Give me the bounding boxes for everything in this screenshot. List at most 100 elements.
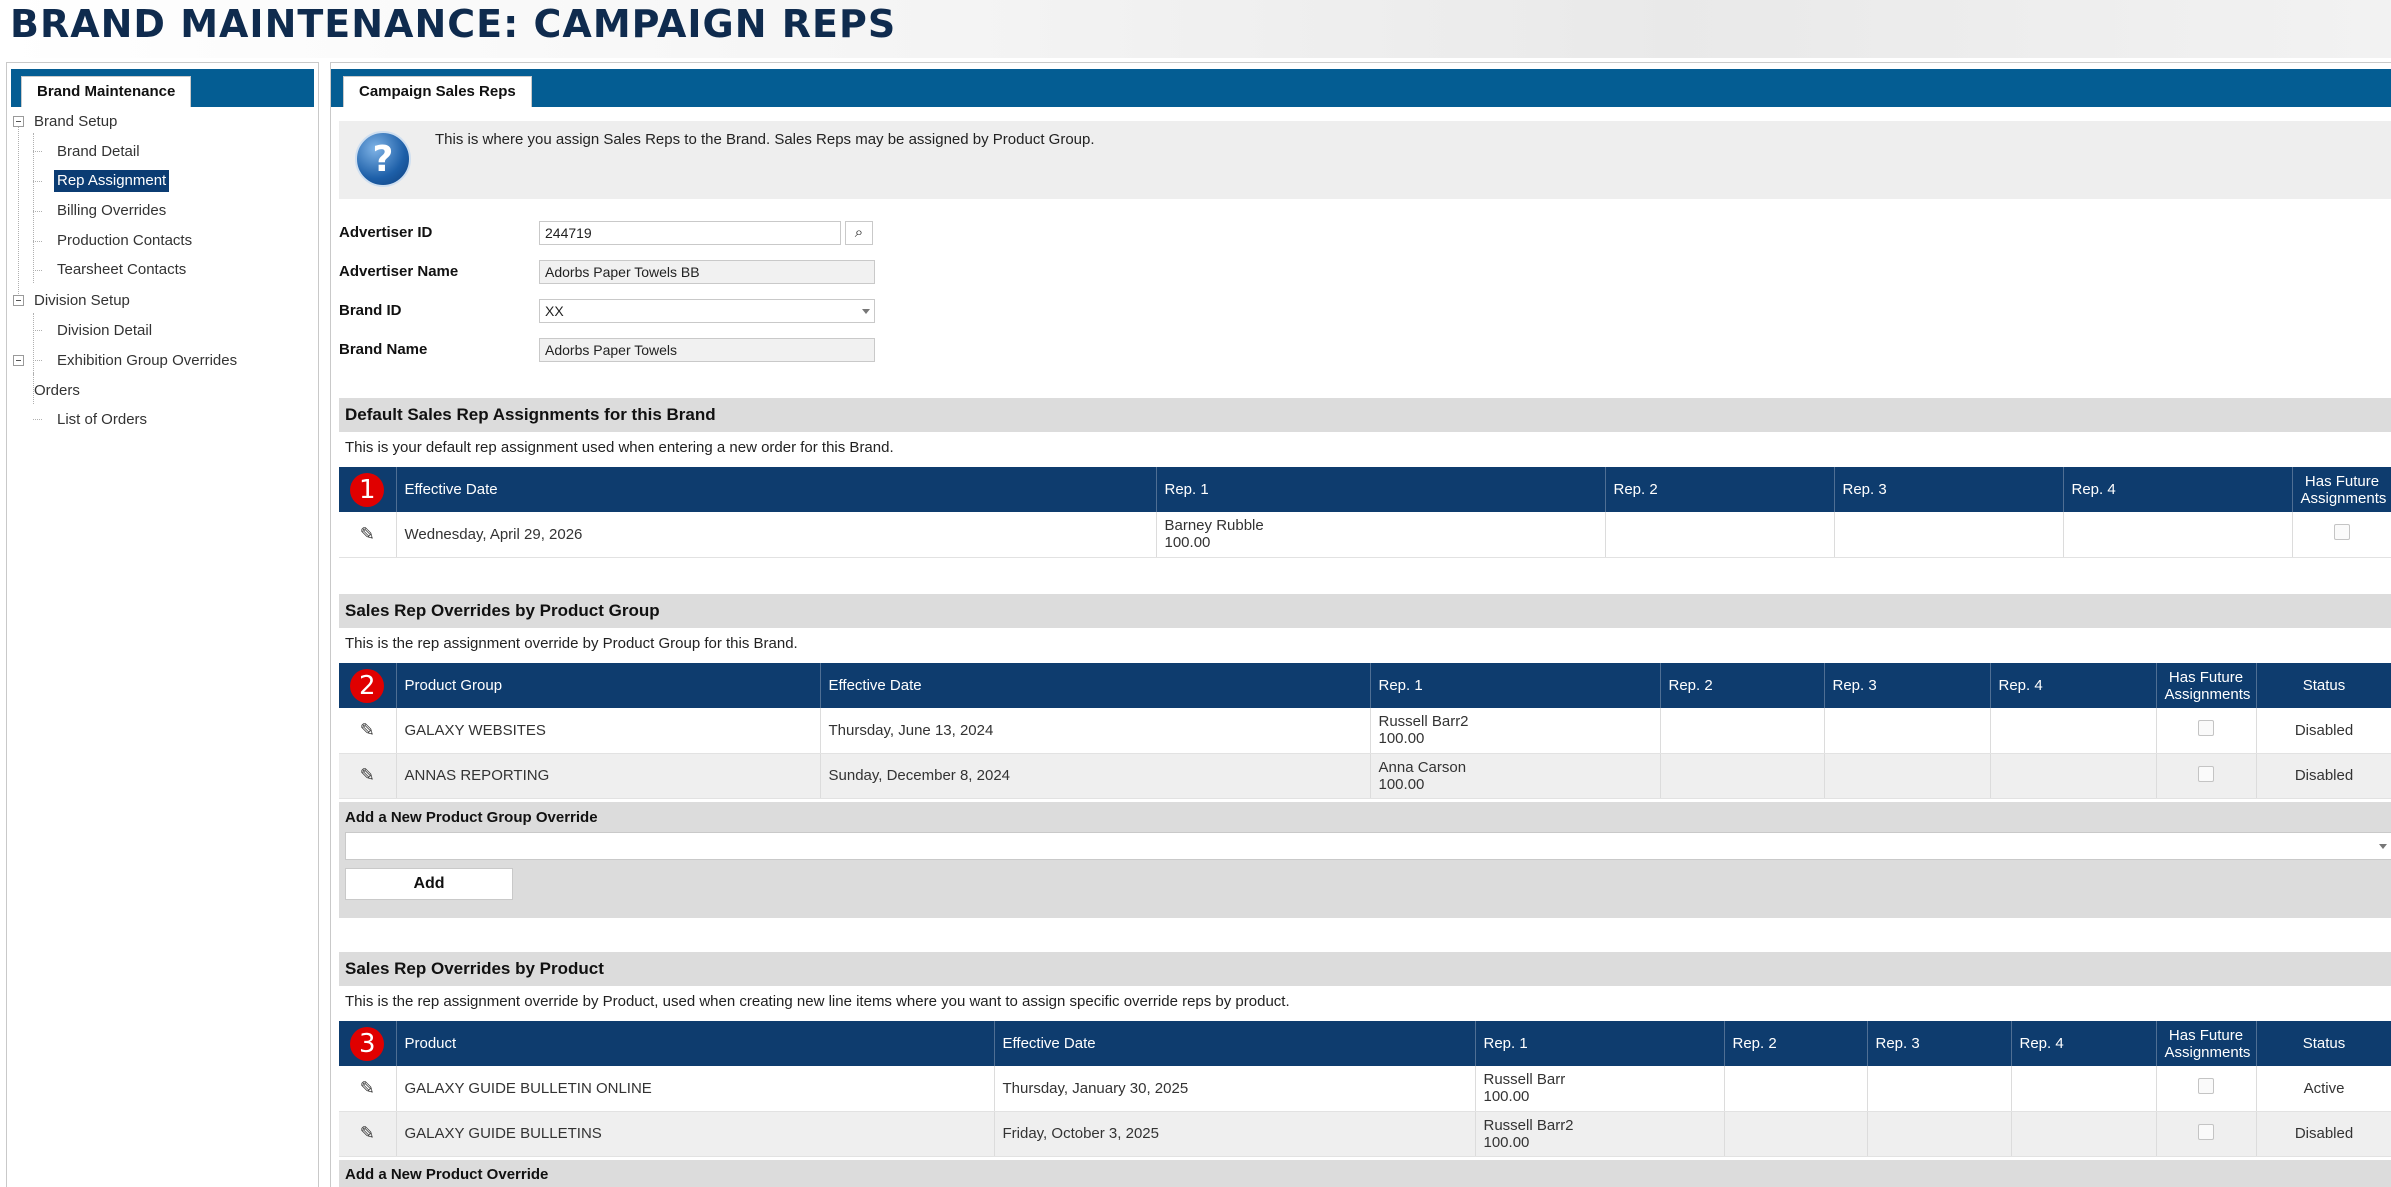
nav-production-contacts[interactable]: Production Contacts xyxy=(57,230,192,252)
rep2-cell xyxy=(1724,1066,1868,1112)
effective-date-cell: Wednesday, April 29, 2026 xyxy=(396,512,1157,558)
rep-percent: 100.00 xyxy=(1483,1133,1530,1151)
column-header[interactable]: Has Future Assignments xyxy=(2156,663,2257,708)
column-header[interactable]: Rep. 1 xyxy=(1475,1021,1725,1066)
tab-campaign-sales-reps[interactable]: Campaign Sales Reps xyxy=(343,76,532,107)
table-row[interactable]: ✎ GALAXY GUIDE BULLETIN ONLINE Thursday,… xyxy=(339,1066,2391,1112)
row-badge: 2 xyxy=(339,663,397,708)
default-section-description: This is your default rep assignment used… xyxy=(345,439,894,456)
edit-pencil-icon[interactable]: ✎ xyxy=(360,524,375,544)
has-future-checkbox[interactable] xyxy=(2334,524,2350,541)
edit-pencil-icon[interactable]: ✎ xyxy=(360,765,375,785)
column-header[interactable]: Status xyxy=(2256,1021,2391,1066)
advertiser-lookup-button[interactable]: ⌕ xyxy=(845,221,873,245)
collapse-icon[interactable] xyxy=(13,116,24,127)
add-product-label: Add a New Product Override xyxy=(345,1166,549,1183)
nav-billing-overrides[interactable]: Billing Overrides xyxy=(57,200,166,222)
edit-pencil-icon[interactable]: ✎ xyxy=(360,1078,375,1098)
table-row[interactable]: ✎ ANNAS REPORTING Sunday, December 8, 20… xyxy=(339,753,2391,799)
nav-orders-label[interactable]: Orders xyxy=(34,380,80,402)
nav-brand-setup[interactable]: Brand Setup xyxy=(34,111,117,133)
effective-date-cell: Friday, October 3, 2025 xyxy=(994,1111,1476,1157)
chevron-down-icon[interactable] xyxy=(2379,844,2387,849)
column-header[interactable]: Rep. 4 xyxy=(2063,467,2293,512)
column-header[interactable]: Effective Date xyxy=(820,663,1371,708)
nav-brand-detail[interactable]: Brand Detail xyxy=(57,141,140,163)
advertiser-id-field[interactable]: 244719 xyxy=(539,221,841,245)
tab-brand-maintenance[interactable]: Brand Maintenance xyxy=(21,76,192,107)
column-header[interactable]: Effective Date xyxy=(994,1021,1476,1066)
brand-id-select[interactable]: XX xyxy=(539,299,875,323)
rep1-cell: Russell Barr 100.00 xyxy=(1475,1066,1725,1112)
rep1-cell: Barney Rubble 100.00 xyxy=(1156,512,1606,558)
product-group-select[interactable] xyxy=(345,832,2391,860)
row-badge: 1 xyxy=(339,467,397,512)
rep4-cell xyxy=(1990,753,2157,799)
rep-name: Russell Barr2 xyxy=(1483,1116,1574,1134)
add-button[interactable]: Add xyxy=(345,868,513,900)
table-header-row: 1 Effective Date Rep. 1 Rep. 2 Rep. 3 Re… xyxy=(339,467,2391,512)
left-panel-header: Brand Maintenance xyxy=(7,63,318,107)
column-header[interactable]: Rep. 3 xyxy=(1834,467,2064,512)
chevron-down-icon[interactable] xyxy=(862,309,870,314)
collapse-icon[interactable] xyxy=(13,355,24,366)
product-group-section-title: Sales Rep Overrides by Product Group xyxy=(339,594,2391,628)
table-row[interactable]: ✎ GALAXY WEBSITES Thursday, June 13, 202… xyxy=(339,708,2391,754)
left-panel: Brand Maintenance Brand Setup Brand Deta… xyxy=(6,62,319,1187)
table-row[interactable]: ✎ GALAXY GUIDE BULLETINS Friday, October… xyxy=(339,1111,2391,1157)
default-reps-table: 1 Effective Date Rep. 1 Rep. 2 Rep. 3 Re… xyxy=(339,467,2391,558)
nav-list-of-orders[interactable]: List of Orders xyxy=(57,409,147,431)
rep-percent: 100.00 xyxy=(1164,534,1211,552)
column-header[interactable]: Product xyxy=(396,1021,995,1066)
column-header[interactable]: Rep. 3 xyxy=(1824,663,1991,708)
column-header[interactable]: Rep. 3 xyxy=(1867,1021,2012,1066)
has-future-checkbox[interactable] xyxy=(2198,1078,2214,1095)
collapse-icon[interactable] xyxy=(13,295,24,306)
help-question-icon: ? xyxy=(355,131,411,187)
column-header[interactable]: Rep. 2 xyxy=(1605,467,1835,512)
table-row[interactable]: ✎ Wednesday, April 29, 2026 Barney Rubbl… xyxy=(339,512,2391,558)
column-header[interactable]: Effective Date xyxy=(396,467,1157,512)
rep4-cell xyxy=(1990,708,2157,754)
rep1-cell: Anna Carson 100.00 xyxy=(1370,753,1661,799)
has-future-checkbox[interactable] xyxy=(2198,765,2214,782)
has-future-checkbox[interactable] xyxy=(2198,720,2214,737)
column-header[interactable]: Product Group xyxy=(396,663,821,708)
table-header-row: 2 Product Group Effective Date Rep. 1 Re… xyxy=(339,663,2391,708)
rep-name: Russell Barr xyxy=(1483,1071,1566,1089)
rep4-cell xyxy=(2063,512,2293,558)
nav-rep-assignment[interactable]: Rep Assignment xyxy=(54,170,170,192)
rep-name: Anna Carson xyxy=(1378,758,1467,776)
table-header-row: 3 Product Effective Date Rep. 1 Rep. 2 R… xyxy=(339,1021,2391,1066)
has-future-checkbox[interactable] xyxy=(2198,1123,2214,1140)
column-header[interactable]: Rep. 1 xyxy=(1156,467,1606,512)
rep-percent: 100.00 xyxy=(1378,730,1425,748)
rep2-cell xyxy=(1605,512,1835,558)
main-panel-header xyxy=(331,69,2391,107)
rep3-cell xyxy=(1824,708,1991,754)
nav-exhibition-group-overrides[interactable]: Exhibition Group Overrides xyxy=(57,350,237,372)
add-product-group-override-box: Add a New Product Group Override Add xyxy=(339,802,2391,918)
product-group-section-description: This is the rep assignment override by P… xyxy=(345,635,798,652)
column-header[interactable]: Rep. 4 xyxy=(2011,1021,2157,1066)
nav-tearsheet-contacts[interactable]: Tearsheet Contacts xyxy=(57,259,186,281)
column-header[interactable]: Status xyxy=(2256,663,2391,708)
rep-percent: 100.00 xyxy=(1483,1088,1530,1106)
column-header[interactable]: Has Future Assignments xyxy=(2292,467,2391,512)
column-header[interactable]: Rep. 2 xyxy=(1660,663,1825,708)
nav-division-detail[interactable]: Division Detail xyxy=(57,320,152,342)
advertiser-id-label: Advertiser ID xyxy=(339,224,433,241)
column-header[interactable]: Rep. 1 xyxy=(1370,663,1661,708)
edit-pencil-icon[interactable]: ✎ xyxy=(360,1123,375,1143)
column-header[interactable]: Rep. 2 xyxy=(1724,1021,1868,1066)
edit-pencil-icon[interactable]: ✎ xyxy=(360,720,375,740)
product-cell: GALAXY GUIDE BULLETINS xyxy=(396,1111,995,1157)
rep1-cell: Russell Barr2 100.00 xyxy=(1475,1111,1725,1157)
nav-division-setup[interactable]: Division Setup xyxy=(34,290,130,312)
product-cell: GALAXY GUIDE BULLETIN ONLINE xyxy=(396,1066,995,1112)
column-header[interactable]: Has Future Assignments xyxy=(2156,1021,2257,1066)
column-header[interactable]: Rep. 4 xyxy=(1990,663,2157,708)
title-bar: BRAND MAINTENANCE: CAMPAIGN REPS xyxy=(0,0,2391,58)
product-group-table: 2 Product Group Effective Date Rep. 1 Re… xyxy=(339,663,2391,799)
rep3-cell xyxy=(1834,512,2064,558)
